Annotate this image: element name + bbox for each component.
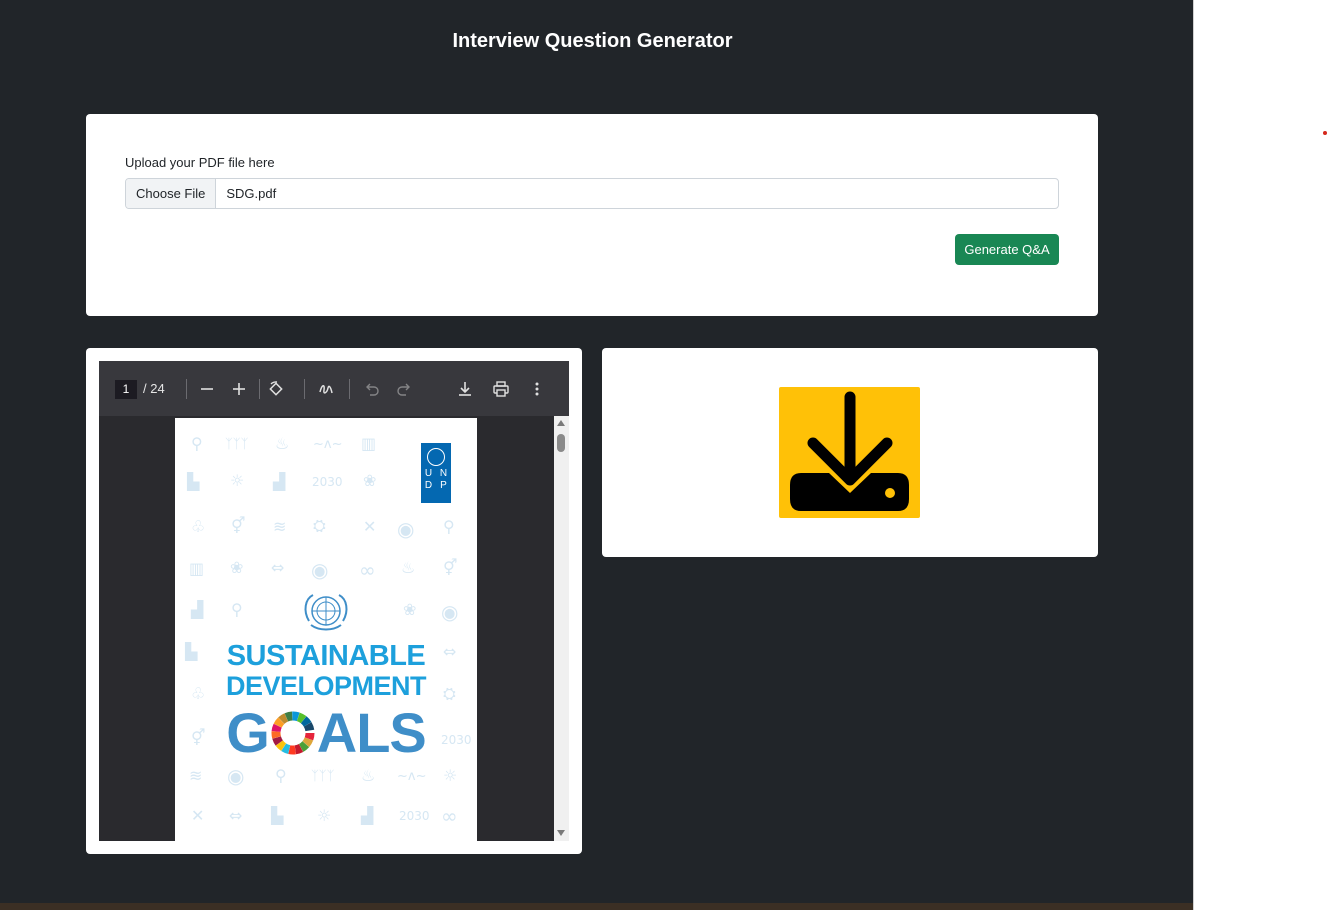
undp-letter: D	[424, 480, 433, 491]
background-icon: ▟	[191, 600, 204, 619]
download-icon[interactable]	[455, 379, 475, 399]
pdf-page: ⚲ ᛉᛉᛉ ♨ ~ʌ~ ▥ ▙ ☼ ▟ 2030 ❀ ♧ ⚥ ≋ ⛭ ✕ ◉ ⚲	[175, 418, 477, 841]
zoom-in-icon[interactable]	[229, 379, 249, 399]
background-icon: ≋	[273, 517, 287, 536]
toolbar-divider	[304, 379, 305, 399]
background-icon: ◉	[227, 764, 245, 788]
background-icon: ◉	[397, 517, 415, 541]
background-year: 2030	[312, 475, 343, 489]
background-icon: ☼	[443, 766, 458, 785]
background-icon: ⇔	[271, 558, 285, 577]
background-icon: ⚲	[191, 434, 203, 453]
undp-letter: N	[439, 468, 448, 479]
selected-file-name: SDG.pdf	[226, 186, 277, 201]
sdg-title-line2: DEVELOPMENT	[225, 671, 427, 701]
background-icon: ❀	[403, 600, 417, 619]
zoom-out-icon[interactable]	[197, 379, 217, 399]
sdg-title-goals: G ALS	[175, 700, 477, 765]
background-icon: ❀	[230, 558, 244, 577]
background-icon: ▥	[361, 434, 377, 453]
page-title: Interview Question Generator	[452, 30, 733, 52]
background-icon: ⚲	[231, 600, 243, 619]
app-window: Interview Question Generator Upload your…	[0, 0, 1193, 903]
toolbar-divider	[259, 379, 260, 399]
background-icon: ~ʌ~	[397, 769, 427, 784]
undp-letter: P	[440, 480, 447, 491]
background-icon: ▟	[361, 806, 374, 825]
background-icon: ▟	[273, 472, 286, 491]
choose-file-button[interactable]: Choose File	[126, 179, 217, 208]
background-icon: ✕	[191, 806, 205, 825]
page-number-input[interactable]: 1	[115, 380, 137, 399]
sdg-wheel-icon	[271, 711, 315, 754]
generate-qa-button[interactable]: Generate Q&A	[955, 234, 1059, 265]
page-total: / 24	[143, 381, 165, 396]
background-icon: ⚥	[231, 516, 246, 535]
file-input[interactable]: Choose File SDG.pdf	[125, 178, 1059, 209]
scroll-up-arrow-icon[interactable]	[557, 420, 565, 426]
background-icon: ⚲	[275, 766, 287, 785]
globe-icon	[427, 448, 445, 466]
background-icon: ▙	[271, 806, 284, 825]
pdf-scrollbar[interactable]	[554, 416, 569, 841]
background-icon: ᛉᛉᛉ	[225, 437, 249, 452]
background-icon: ⚥	[443, 558, 458, 577]
background-icon: ~ʌ~	[313, 437, 343, 452]
rotate-icon[interactable]	[266, 379, 286, 399]
blank-side-panel	[1193, 0, 1328, 910]
background-icon: ⇔	[229, 806, 243, 825]
upload-card: Upload your PDF file here Choose File SD…	[86, 114, 1098, 316]
sdg-title-line1: SUSTAINABLE	[226, 640, 426, 672]
background-year: 2030	[399, 809, 430, 823]
background-icon: ✕	[363, 517, 377, 536]
background-icon: ☼	[230, 471, 245, 490]
background-icon: ⛭	[313, 516, 326, 535]
draw-icon[interactable]	[316, 379, 336, 399]
toolbar-divider	[186, 379, 187, 399]
background-icon: ⚲	[443, 517, 455, 536]
taskbar-strip	[0, 903, 1193, 910]
background-icon: ▥	[189, 559, 205, 578]
un-emblem-icon	[304, 594, 348, 631]
undp-letter: U	[424, 468, 433, 479]
background-icon: ♨	[401, 558, 416, 577]
pdf-viewer-card: 1 / 24 ⚲ ᛉᛉᛉ ♨ ~ʌ~ ▥ ▙ ☼ ▟ 2030 ❀ ♧ ⚥ ≋ …	[86, 348, 582, 854]
pdf-document-area[interactable]: ⚲ ᛉᛉᛉ ♨ ~ʌ~ ▥ ▙ ☼ ▟ 2030 ❀ ♧ ⚥ ≋ ⛭ ✕ ◉ ⚲	[99, 416, 554, 841]
scroll-down-arrow-icon[interactable]	[557, 830, 565, 836]
background-icon: ♨	[275, 434, 290, 453]
goals-letters-als: ALS	[316, 701, 427, 764]
background-icon: ≋	[189, 766, 203, 785]
upload-label: Upload your PDF file here	[125, 155, 275, 170]
scroll-thumb[interactable]	[557, 434, 565, 452]
print-icon[interactable]	[491, 379, 511, 399]
download-card	[602, 348, 1098, 557]
download-tray-icon[interactable]	[779, 387, 920, 518]
background-icon: ᛉᛉᛉ	[311, 769, 335, 784]
background-icon: ☼	[317, 806, 332, 825]
background-icon: ∞	[441, 804, 458, 828]
undo-icon[interactable]	[362, 379, 382, 399]
background-icon: ◉	[311, 558, 329, 582]
indicator-dot	[1323, 131, 1327, 135]
undp-logo: U N D P	[421, 443, 451, 503]
pdf-toolbar: 1 / 24	[99, 361, 569, 416]
redo-icon[interactable]	[394, 379, 414, 399]
background-icon: ❀	[363, 471, 377, 490]
pdf-viewer: 1 / 24 ⚲ ᛉᛉᛉ ♨ ~ʌ~ ▥ ▙ ☼ ▟ 2030 ❀ ♧ ⚥ ≋ …	[99, 361, 569, 841]
background-icon: ♨	[361, 766, 376, 785]
background-icon: ♧	[191, 517, 206, 536]
goals-letter-g: G	[226, 701, 270, 764]
background-icon: ◉	[441, 600, 459, 624]
toolbar-divider	[349, 379, 350, 399]
background-icon: ∞	[359, 558, 376, 582]
more-options-icon[interactable]	[527, 379, 547, 399]
background-icon: ▙	[187, 472, 200, 491]
